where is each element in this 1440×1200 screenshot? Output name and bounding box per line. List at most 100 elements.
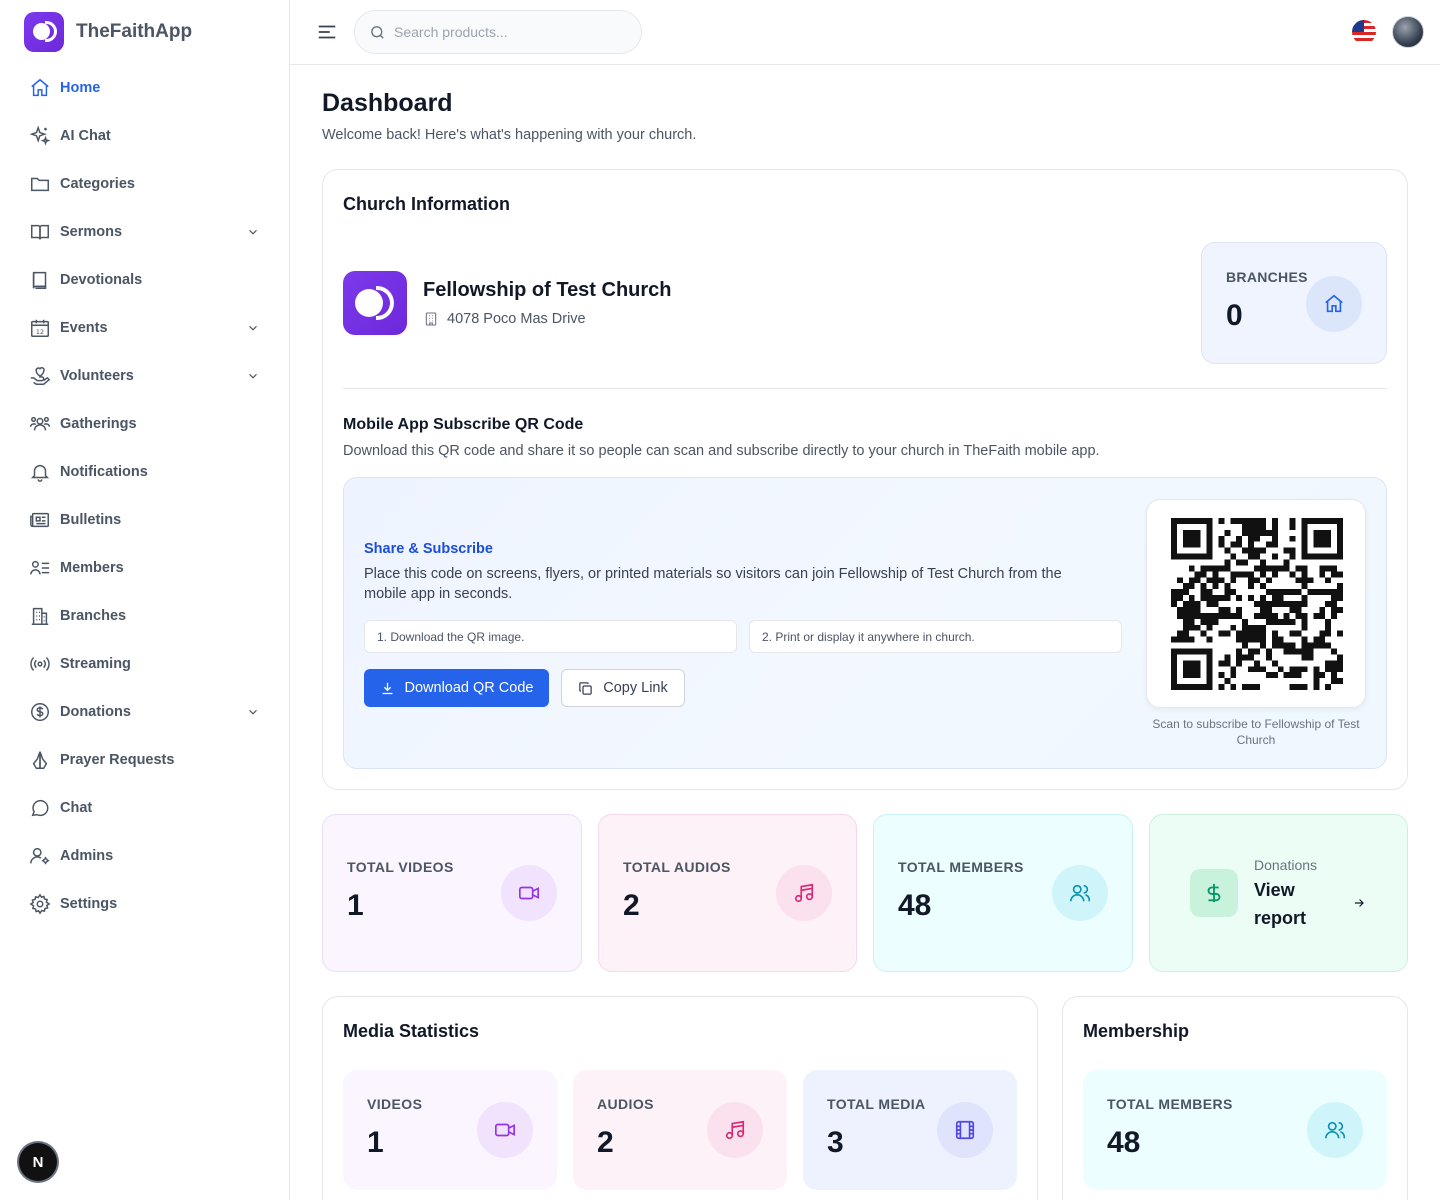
search-box[interactable]: [354, 10, 642, 54]
avatar[interactable]: [1392, 16, 1424, 48]
share-text: Place this code on screens, flyers, or p…: [364, 566, 1062, 602]
copy-link-button[interactable]: Copy Link: [561, 669, 685, 707]
chevron-down-icon[interactable]: [246, 321, 260, 335]
sidebar-item-label: Events: [60, 320, 108, 336]
qr-code-image[interactable]: [1171, 518, 1343, 690]
share-subscribe-panel: Share & Subscribe Place this code on scr…: [343, 477, 1387, 769]
sidebar-item-notifications[interactable]: Notifications: [24, 448, 270, 496]
film-icon: [937, 1102, 993, 1158]
users-group-icon: [28, 412, 52, 436]
church-name: Fellowship of Test Church: [423, 279, 672, 301]
brand-name: TheFaithApp: [76, 21, 193, 42]
sidebar-item-label: Prayer Requests: [60, 752, 175, 768]
menu-toggle-icon[interactable]: [316, 21, 338, 43]
dollar-icon: [1190, 869, 1238, 917]
sidebar-item-label: Settings: [60, 896, 118, 912]
user-list-icon: [28, 556, 52, 580]
sidebar-item-members[interactable]: Members: [24, 544, 270, 592]
calendar-icon: 12: [28, 316, 52, 340]
sidebar: TheFaithApp Home AI Chat Categories Serm…: [0, 0, 290, 1200]
church-address-text: 4078 Poco Mas Drive: [447, 311, 586, 327]
card-title: Media Statistics: [343, 1021, 480, 1041]
total-videos-card: TOTAL VIDEOS 1: [322, 814, 582, 972]
sidebar-item-prayer-requests[interactable]: Prayer Requests: [24, 736, 270, 784]
sidebar-item-events[interactable]: 12 Events: [24, 304, 270, 352]
sidebar-item-sermons[interactable]: Sermons: [24, 208, 270, 256]
gear-icon: [28, 892, 52, 916]
brand[interactable]: TheFaithApp: [24, 12, 192, 52]
share-title: Share & Subscribe: [364, 541, 493, 557]
download-icon: [382, 682, 393, 694]
divider: [343, 388, 1387, 389]
church-address: 4078 Poco Mas Drive: [423, 311, 586, 327]
sidebar-item-streaming[interactable]: Streaming: [24, 640, 270, 688]
dev-tools-badge[interactable]: N: [19, 1143, 57, 1181]
stat-label: TOTAL MEMBERS: [1107, 1096, 1233, 1112]
sparkles-icon: [28, 124, 52, 148]
sidebar-nav: Home AI Chat Categories Sermons Devotion…: [24, 64, 270, 928]
sidebar-item-devotionals[interactable]: Devotionals: [24, 256, 270, 304]
view-report-link[interactable]: View report: [1254, 876, 1344, 932]
step-1: 1. Download the QR image.: [364, 620, 737, 653]
sidebar-item-gatherings[interactable]: Gatherings: [24, 400, 270, 448]
main-content: Dashboard Welcome back! Here's what's ha…: [290, 65, 1440, 1200]
sidebar-item-categories[interactable]: Categories: [24, 160, 270, 208]
sidebar-item-donations[interactable]: Donations: [24, 688, 270, 736]
branches-label: BRANCHES: [1226, 269, 1308, 285]
card-title: Church Information: [343, 194, 510, 214]
stat-value: 1: [347, 889, 364, 922]
stat-label: VIDEOS: [367, 1096, 423, 1112]
stat-label: TOTAL AUDIOS: [623, 859, 731, 875]
stat-value: 48: [1107, 1126, 1141, 1159]
media-audios-stat: AUDIOS 2: [573, 1070, 787, 1190]
sidebar-item-admins[interactable]: Admins: [24, 832, 270, 880]
branches-stat: BRANCHES 0: [1201, 242, 1387, 364]
stat-value: 48: [898, 889, 932, 922]
home-icon: [1306, 276, 1362, 332]
sidebar-item-settings[interactable]: Settings: [24, 880, 270, 928]
sidebar-item-ai-chat[interactable]: AI Chat: [24, 112, 270, 160]
copy-link-label: Copy Link: [603, 680, 668, 696]
users-icon: [1307, 1102, 1363, 1158]
video-icon: [477, 1102, 533, 1158]
brand-logo: [24, 12, 64, 52]
sidebar-item-home[interactable]: Home: [24, 64, 270, 112]
broadcast-icon: [28, 652, 52, 676]
sidebar-item-bulletins[interactable]: Bulletins: [24, 496, 270, 544]
chevron-down-icon[interactable]: [246, 369, 260, 383]
arrow-right-icon[interactable]: [1352, 896, 1366, 910]
svg-text:12: 12: [36, 328, 44, 336]
dollar-circle-icon: [28, 700, 52, 724]
newspaper-icon: [28, 508, 52, 532]
sidebar-item-label: Gatherings: [60, 416, 137, 432]
stat-label: AUDIOS: [597, 1096, 654, 1112]
chevron-down-icon[interactable]: [246, 705, 260, 719]
praying-hands-icon: [28, 748, 52, 772]
donations-report-card[interactable]: Donations View report: [1149, 814, 1408, 972]
church-logo: [343, 271, 407, 335]
us-flag-icon[interactable]: [1352, 20, 1376, 44]
bell-icon: [28, 460, 52, 484]
qr-section-title: Mobile App Subscribe QR Code: [343, 416, 584, 433]
sidebar-item-branches[interactable]: Branches: [24, 592, 270, 640]
sidebar-item-label: Devotionals: [60, 272, 143, 288]
sidebar-item-chat[interactable]: Chat: [24, 784, 270, 832]
sidebar-item-label: Bulletins: [60, 512, 122, 528]
church-information-card: Church Information Fellowship of Test Ch…: [322, 169, 1408, 790]
page-title: Dashboard: [322, 89, 453, 117]
stat-value: 3: [827, 1126, 844, 1159]
hand-heart-icon: [28, 364, 52, 388]
sidebar-item-volunteers[interactable]: Volunteers: [24, 352, 270, 400]
music-icon: [707, 1102, 763, 1158]
user-cog-icon: [28, 844, 52, 868]
search-input[interactable]: [394, 24, 614, 40]
chevron-down-icon[interactable]: [246, 225, 260, 239]
building-icon: [425, 312, 437, 326]
copy-icon: [579, 681, 592, 695]
membership-total-stat: TOTAL MEMBERS 48: [1083, 1070, 1387, 1190]
media-total-stat: TOTAL MEDIA 3: [803, 1070, 1017, 1190]
qr-section-description: Download this QR code and share it so pe…: [343, 443, 1100, 459]
download-qr-button[interactable]: Download QR Code: [364, 669, 549, 707]
qr-code-frame: [1146, 499, 1366, 708]
sidebar-item-label: Volunteers: [60, 368, 134, 384]
